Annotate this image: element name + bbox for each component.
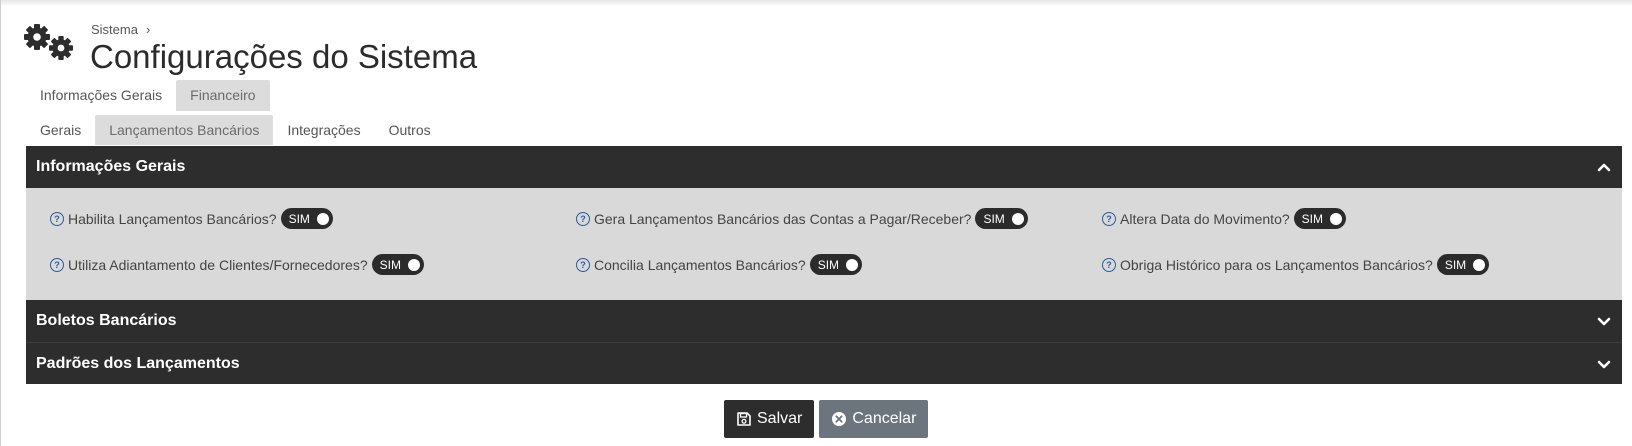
form-actions: Salvar Cancelar xyxy=(724,400,929,438)
toggle-knob xyxy=(846,258,859,271)
section-body-informacoes-gerais: ? Habilita Lançamentos Bancários? SIM ? … xyxy=(26,188,1622,300)
section-header-boletos-bancarios[interactable]: Boletos Bancários xyxy=(26,300,1622,342)
field-label: Obriga Histórico para os Lançamentos Ban… xyxy=(1120,256,1433,273)
toggle-switch[interactable]: SIM xyxy=(975,208,1028,229)
toggle-switch[interactable]: SIM xyxy=(809,254,863,275)
help-icon[interactable]: ? xyxy=(576,257,590,272)
breadcrumb-item-sistema[interactable]: Sistema xyxy=(91,22,138,37)
toggle-knob xyxy=(316,212,329,225)
help-icon[interactable]: ? xyxy=(1102,257,1116,272)
help-icon[interactable]: ? xyxy=(50,257,64,272)
field-altera-data: ? Altera Data do Movimento? SIM xyxy=(1102,208,1346,229)
cancel-label: Cancelar xyxy=(852,410,917,427)
toggle-switch[interactable]: SIM xyxy=(371,254,424,275)
tab-informacoes-gerais[interactable]: Informações Gerais xyxy=(26,80,176,111)
top-shadow xyxy=(0,0,1632,6)
toggle-knob xyxy=(1329,212,1342,225)
help-icon[interactable]: ? xyxy=(576,211,590,226)
chevron-down-icon xyxy=(1597,360,1611,368)
section-header-padroes-lancamentos[interactable]: Padrões dos Lançamentos xyxy=(26,342,1622,384)
chevron-right-icon: › xyxy=(145,22,151,37)
tab-lancamentos-bancarios[interactable]: Lançamentos Bancários xyxy=(95,115,274,145)
toggle-knob xyxy=(1473,258,1486,271)
toggle-switch[interactable]: SIM xyxy=(280,208,333,229)
chevron-up-icon xyxy=(1597,163,1611,172)
tab-gerais[interactable]: Gerais xyxy=(26,115,95,145)
field-obriga-historico: ? Obriga Histórico para os Lançamentos B… xyxy=(1102,254,1490,275)
field-gera-lancamentos: ? Gera Lançamentos Bancários das Contas … xyxy=(576,208,1028,229)
section-title: Padrões dos Lançamentos xyxy=(36,354,240,372)
toggle-switch[interactable]: SIM xyxy=(1436,254,1490,275)
chevron-down-icon xyxy=(1597,317,1611,326)
field-label: Concilia Lançamentos Bancários? xyxy=(594,256,806,273)
field-utiliza-adiantamento: ? Utiliza Adiantamento de Clientes/Forne… xyxy=(50,254,424,275)
save-label: Salvar xyxy=(757,410,803,427)
toggle-knob xyxy=(1011,212,1024,225)
tab-integracoes[interactable]: Integrações xyxy=(273,115,374,145)
breadcrumb: Sistema › xyxy=(91,22,150,37)
tab-outros[interactable]: Outros xyxy=(375,115,445,145)
toggle-knob xyxy=(407,258,420,271)
section-header-informacoes-gerais[interactable]: Informações Gerais xyxy=(26,146,1622,188)
field-label: Utiliza Adiantamento de Clientes/Fornece… xyxy=(68,256,368,273)
primary-tabs: Informações Gerais Financeiro xyxy=(26,80,270,111)
page-title: Configurações do Sistema xyxy=(90,38,478,75)
cancel-button[interactable]: Cancelar xyxy=(819,400,929,438)
field-habilita-lancamentos: ? Habilita Lançamentos Bancários? SIM xyxy=(50,208,333,229)
save-button[interactable]: Salvar xyxy=(724,400,815,438)
field-label: Habilita Lançamentos Bancários? xyxy=(68,210,277,227)
tab-financeiro[interactable]: Financeiro xyxy=(176,80,270,111)
left-border xyxy=(0,0,1,446)
field-concilia-lancamentos: ? Concilia Lançamentos Bancários? SIM xyxy=(576,254,863,275)
help-icon[interactable]: ? xyxy=(50,211,64,226)
x-circle-icon xyxy=(832,412,847,426)
floppy-disk-icon xyxy=(737,412,751,426)
toggle-switch[interactable]: SIM xyxy=(1293,208,1346,229)
help-icon[interactable]: ? xyxy=(1102,211,1116,226)
secondary-tabs: Gerais Lançamentos Bancários Integrações… xyxy=(26,115,445,145)
section-title: Informações Gerais xyxy=(36,158,186,175)
field-label: Altera Data do Movimento? xyxy=(1120,210,1290,227)
gears-icon xyxy=(24,24,73,60)
settings-accordion: Informações Gerais ? Habilita Lançamento… xyxy=(26,146,1622,384)
field-label: Gera Lançamentos Bancários das Contas a … xyxy=(594,210,972,227)
section-title: Boletos Bancários xyxy=(36,312,177,329)
